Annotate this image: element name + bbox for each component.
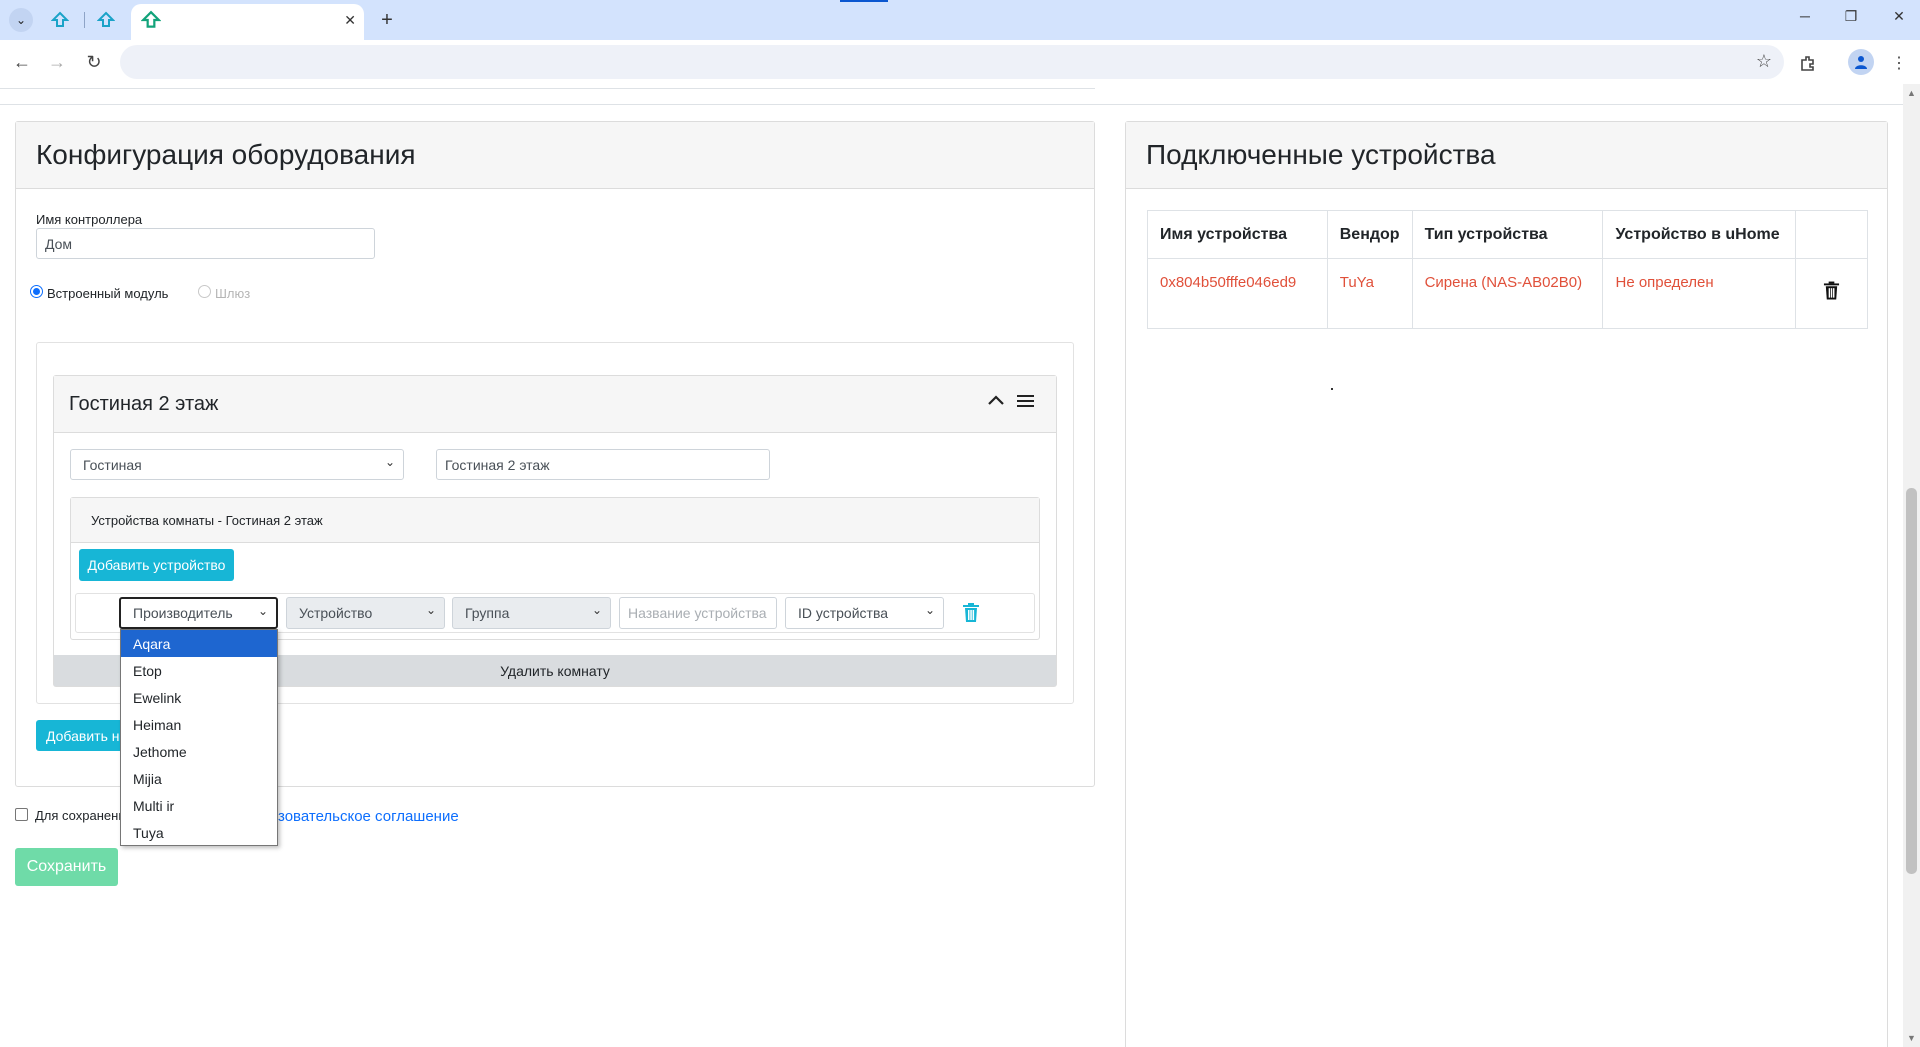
add-device-button[interactable]: Добавить устройство (79, 549, 234, 581)
close-tab-icon[interactable]: ✕ (344, 12, 356, 29)
save-button[interactable]: Сохранить (15, 848, 118, 886)
card-title: Конфигурация оборудования (16, 122, 1094, 189)
device-type-cell: Сирена (NAS-AB02B0) (1411, 258, 1604, 329)
room-devices-header: Устройства комнаты - Гостиная 2 этаж (71, 498, 1039, 543)
chevron-down-icon: ⌄ (924, 603, 935, 617)
chevron-down-icon: ⌄ (257, 604, 268, 618)
divider (0, 104, 1903, 105)
table-header-row: Имя устройства Вендор Тип устройства Уст… (1147, 210, 1868, 259)
house-arrow-icon (97, 11, 115, 27)
user-agreement-link[interactable]: зовательское соглашение (278, 808, 459, 825)
forward-icon[interactable]: → (45, 50, 69, 74)
device-id-value: ID устройства (798, 605, 889, 621)
divider (0, 88, 1095, 89)
tab-indicator (840, 0, 888, 2)
tab-1[interactable] (40, 6, 80, 34)
uhome-device-cell: Не определен (1602, 258, 1797, 329)
vendor-select-value: Производитель (133, 605, 233, 621)
chevron-down-icon: ⌄ (425, 603, 436, 617)
add-room-button[interactable]: Добавить н (36, 720, 126, 751)
card-title: Подключенные устройства (1126, 122, 1887, 189)
tab-2[interactable] (86, 6, 126, 34)
room-title: Гостиная 2 этаж (54, 376, 1056, 433)
vendor-cell: TuYa (1326, 258, 1413, 329)
column-header: Устройство в uHome (1602, 210, 1797, 259)
table-row: 0x804b50fffe046ed9 TuYa Сирена (NAS-AB02… (1147, 258, 1868, 329)
menu-kebab-icon[interactable]: ⋮ (1886, 50, 1912, 76)
actions-cell (1795, 258, 1868, 329)
browser-toolbar: ← → ↻ ☆ ⋮ (0, 40, 1920, 84)
vendor-option[interactable]: Jethome (121, 738, 277, 765)
device-id-select[interactable]: ID устройства ⌄ (785, 597, 944, 629)
scroll-up-arrow-icon[interactable]: ▲ (1906, 88, 1917, 98)
device-name-cell: 0x804b50fffe046ed9 (1147, 258, 1328, 329)
back-icon[interactable]: ← (10, 50, 34, 74)
vendor-option[interactable]: Multi ir (121, 792, 277, 819)
scrollbar-thumb[interactable] (1906, 488, 1917, 874)
tab-active[interactable]: ✕ (131, 4, 364, 40)
group-select-value: Группа (465, 605, 510, 621)
house-arrow-icon (51, 11, 69, 27)
drag-handle-menu-icon[interactable] (1017, 394, 1035, 413)
agreement-checkbox[interactable] (15, 808, 28, 821)
stray-dot (1331, 388, 1333, 390)
delete-device-trash-icon[interactable] (962, 603, 980, 628)
room-type-value: Гостиная (83, 456, 142, 473)
vendor-option[interactable]: Tuya (121, 819, 277, 846)
device-name-input[interactable]: Название устройства (619, 597, 777, 629)
column-header: Тип устройства (1411, 210, 1604, 259)
vendor-option[interactable]: Mijia (121, 765, 277, 792)
vendor-option[interactable]: Ewelink (121, 684, 277, 711)
close-window-icon[interactable]: ✕ (1884, 8, 1914, 25)
profile-avatar-icon[interactable] (1848, 49, 1874, 75)
address-bar[interactable]: ☆ (120, 45, 1784, 79)
column-header: Вендор (1326, 210, 1413, 259)
room-name-input[interactable]: Гостиная 2 этаж (436, 449, 770, 480)
vendor-dropdown-list: Aqara Etop Ewelink Heiman Jethome Mijia Multi … (120, 629, 278, 846)
agreement-label: Для сохранени (35, 808, 126, 823)
house-arrow-icon (141, 10, 161, 28)
reload-icon[interactable]: ↻ (82, 50, 106, 74)
collapse-chevron-up-icon[interactable] (986, 392, 1006, 413)
group-select[interactable]: Группа ⌄ (452, 597, 611, 629)
extensions-icon[interactable] (1795, 50, 1821, 76)
restore-icon[interactable]: ❐ (1836, 8, 1866, 25)
builtin-module-radio[interactable] (30, 285, 43, 298)
scroll-down-arrow-icon[interactable]: ▼ (1906, 1033, 1917, 1043)
gateway-label: Шлюз (215, 286, 251, 301)
room-type-select[interactable]: Гостиная ⌄ (70, 449, 404, 480)
vendor-select[interactable]: Производитель ⌄ (119, 597, 278, 629)
devices-table: Имя устройства Вендор Тип устройства Уст… (1147, 210, 1868, 329)
bookmark-star-icon[interactable]: ☆ (1756, 51, 1772, 72)
gateway-radio[interactable] (198, 285, 211, 298)
tab-separator (84, 12, 85, 28)
device-select[interactable]: Устройство ⌄ (286, 597, 445, 629)
column-header: Имя устройства (1147, 210, 1328, 259)
new-tab-button[interactable]: + (374, 7, 400, 33)
column-header (1795, 210, 1868, 259)
browser-tab-strip: ⌄ ✕ + ─ ❐ ✕ (0, 0, 1920, 40)
chevron-down-icon: ⌄ (384, 455, 395, 469)
controller-name-input[interactable]: Дом (36, 228, 375, 259)
controller-name-label: Имя контроллера (36, 212, 143, 227)
tab-search-chevron-icon[interactable]: ⌄ (9, 8, 33, 32)
vendor-option[interactable]: Etop (121, 657, 277, 684)
vendor-option[interactable]: Heiman (121, 711, 277, 738)
minimize-icon[interactable]: ─ (1790, 8, 1820, 24)
builtin-module-label: Встроенный модуль (47, 286, 169, 301)
device-select-value: Устройство (299, 605, 373, 621)
delete-trash-icon[interactable] (1823, 281, 1840, 301)
vendor-option[interactable]: Aqara (121, 630, 277, 657)
chevron-down-icon: ⌄ (591, 603, 602, 617)
